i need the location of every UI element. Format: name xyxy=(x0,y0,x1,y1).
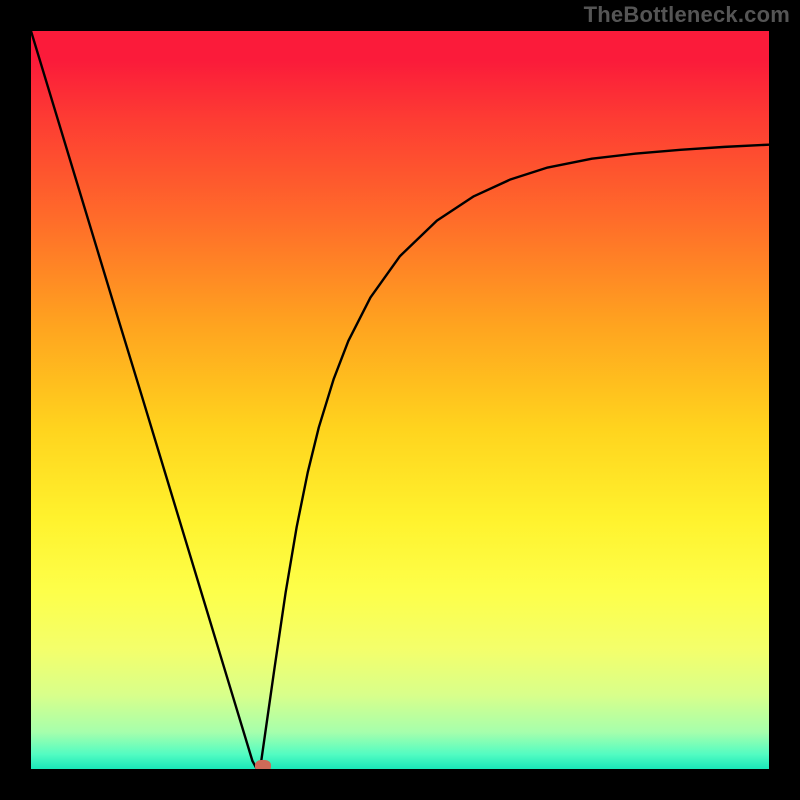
watermark-text: TheBottleneck.com xyxy=(584,2,790,28)
chart-frame: TheBottleneck.com xyxy=(0,0,800,800)
bottleneck-marker xyxy=(255,760,271,769)
plot-area xyxy=(31,31,769,769)
bottleneck-curve xyxy=(31,31,769,769)
